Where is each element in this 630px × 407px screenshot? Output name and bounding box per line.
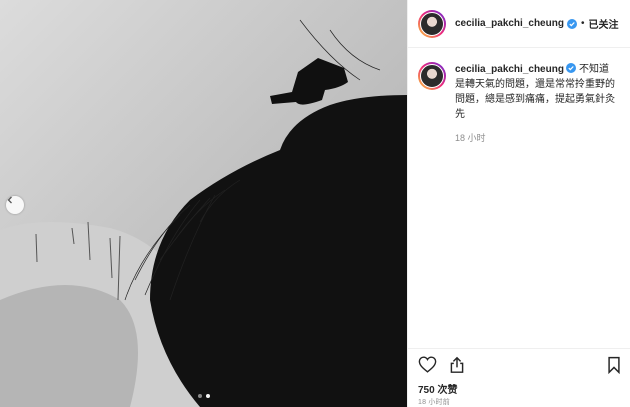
header-username[interactable]: cecilia_pakchi_cheung [455, 18, 564, 29]
header-separator: • [580, 18, 585, 29]
carousel-indicator [0, 394, 407, 398]
caption-row: cecilia_pakchi_cheung 不知道是轉天氣的問題，還是常常拎重野的… [408, 48, 630, 122]
caption-username[interactable]: cecilia_pakchi_cheung [455, 64, 564, 75]
heart-icon[interactable] [418, 356, 437, 373]
carousel-dot-active [205, 394, 210, 398]
verified-badge-icon [566, 18, 577, 29]
post-date: 18 小时前 [418, 399, 450, 406]
photo-illustration [0, 0, 407, 407]
likes-count[interactable]: 750 次赞 [418, 381, 457, 396]
previous-slide-button[interactable] [6, 196, 24, 214]
caption-avatar[interactable] [418, 62, 446, 90]
post-details-panel: cecilia_pakchi_cheung • 已关注 cecilia_pakc… [407, 0, 630, 407]
avatar[interactable] [418, 9, 446, 38]
bookmark-icon[interactable] [607, 356, 621, 374]
follow-button[interactable]: 已关注 [588, 16, 618, 31]
post-header: cecilia_pakchi_cheung • 已关注 [408, 0, 630, 48]
carousel-dot [197, 394, 202, 398]
action-bar [408, 348, 630, 380]
caption-time: 18 小时 [455, 133, 486, 143]
post-photo [0, 0, 407, 407]
share-icon[interactable] [449, 356, 465, 374]
caption: cecilia_pakchi_cheung 不知道是轉天氣的問題，還是常常拎重野的… [455, 62, 615, 122]
verified-badge-icon [565, 63, 576, 73]
